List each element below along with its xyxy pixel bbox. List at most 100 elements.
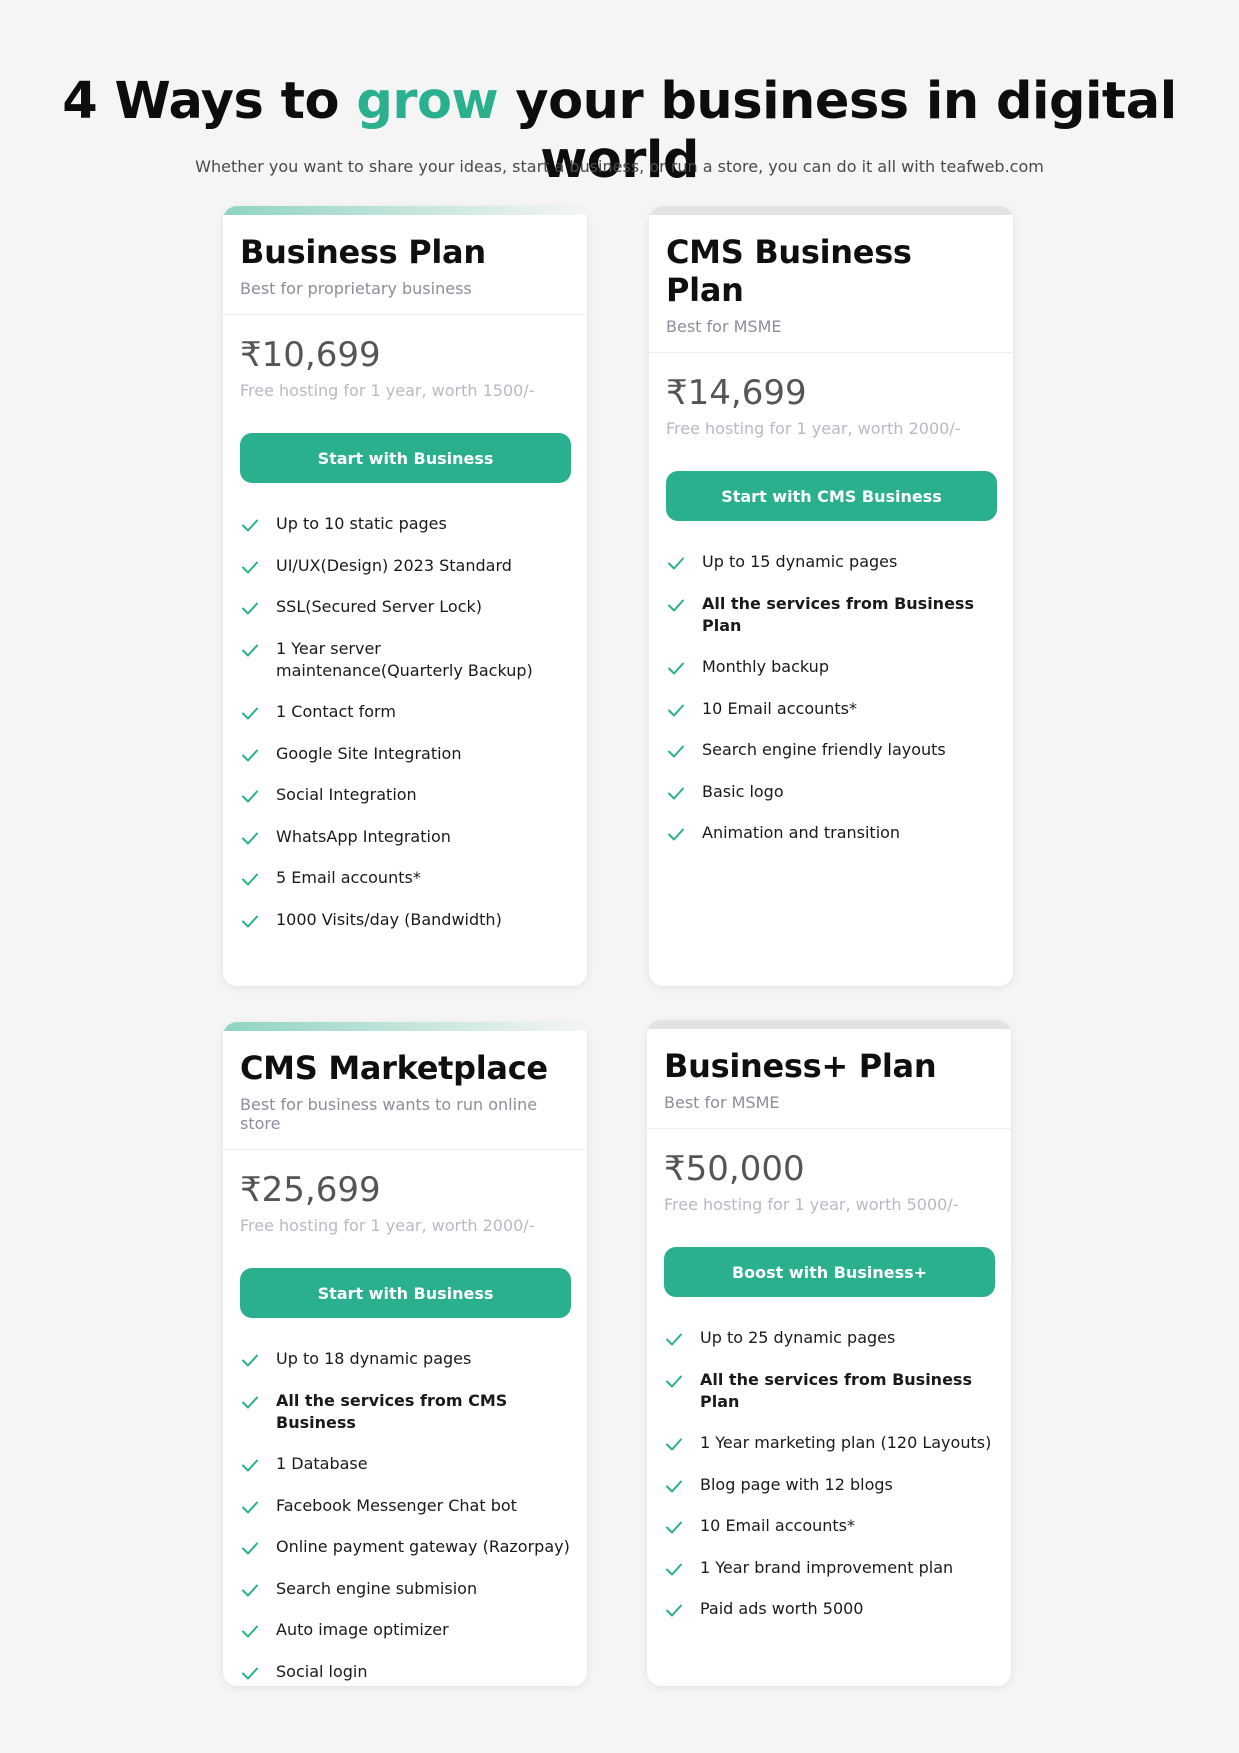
feature-item: Animation and transition: [666, 822, 996, 844]
feature-item: Search engine submision: [240, 1578, 570, 1600]
check-icon: [240, 869, 260, 889]
card-accent-bar: [223, 1022, 587, 1031]
check-icon: [240, 1455, 260, 1475]
feature-item: 1 Year brand improvement plan: [664, 1557, 994, 1579]
plan-title: CMS Marketplace: [240, 1049, 548, 1087]
check-icon: [240, 1392, 260, 1412]
feature-text: Auto image optimizer: [276, 1620, 449, 1639]
feature-text: Up to 25 dynamic pages: [700, 1328, 896, 1347]
plan-hosting-note: Free hosting for 1 year, worth 5000/-: [664, 1195, 959, 1214]
feature-text: UI/UX(Design) 2023 Standard: [276, 555, 512, 575]
feature-item: 10 Email accounts*: [666, 698, 996, 720]
check-icon: [666, 700, 686, 720]
feature-text: SSL(Secured Server Lock): [276, 597, 482, 616]
feature-text: Google Site Integration: [276, 743, 462, 763]
plan-best-for: Best for business wants to run online st…: [240, 1095, 538, 1133]
feature-item: 1000 Visits/day (Bandwidth): [240, 909, 570, 931]
feature-item: Online payment gateway (Razorpay): [240, 1536, 570, 1558]
card-body: ₹50,000 Free hosting for 1 year, worth 50…: [647, 1129, 1011, 1620]
feature-item: Up to 15 dynamic pages: [666, 551, 996, 573]
plan-card-business-plan: Business+ Plan Best for MSME ₹50,000 Free h…: [647, 1020, 1011, 1686]
check-icon: [666, 824, 686, 844]
feature-text: 10 Email accounts*: [700, 1516, 855, 1535]
feature-text: 1 Year brand improvement plan: [700, 1557, 954, 1577]
feature-text: Social login: [276, 1661, 368, 1681]
plan-hosting-note: Free hosting for 1 year, worth 2000/-: [666, 419, 961, 438]
plan-price: ₹14,699: [666, 373, 807, 413]
check-icon: [666, 658, 686, 678]
check-icon: [664, 1476, 684, 1496]
feature-text: Search engine friendly layouts: [702, 740, 946, 759]
feature-text: Social Integration: [276, 785, 417, 804]
plan-title: CMS Business Plan: [666, 233, 912, 309]
feature-item: Paid ads worth 5000: [664, 1598, 994, 1620]
feature-text: 1000 Visits/day (Bandwidth): [276, 909, 502, 929]
feature-item: UI/UX(Design) 2023 Standard: [240, 555, 570, 577]
plan-card-cms-business-plan: CMS Business Plan Best for MSME ₹14,699 Fre…: [649, 206, 1013, 986]
plan-cta-button[interactable]: Start with CMS Business: [666, 471, 997, 521]
plan-cta-button[interactable]: Start with Business: [240, 1268, 571, 1318]
card-header: Business+ Plan Best for MSME: [647, 1029, 1011, 1129]
feature-text: 1 Database: [276, 1454, 368, 1473]
check-icon: [666, 553, 686, 573]
card-body: ₹10,699 Free hosting for 1 year, worth 15…: [223, 315, 587, 931]
plan-price: ₹10,699: [240, 335, 381, 375]
feature-text: Up to 15 dynamic pages: [702, 552, 898, 571]
check-icon: [240, 598, 260, 618]
feature-item: Basic logo: [666, 781, 996, 803]
plan-price: ₹50,000: [664, 1149, 805, 1189]
card-body: ₹25,699 Free hosting for 1 year, worth 20…: [223, 1150, 587, 1683]
check-icon: [240, 745, 260, 765]
feature-text: Online payment gateway (Razorpay): [276, 1537, 570, 1556]
headline-accent: grow: [356, 72, 499, 131]
feature-item: SSL(Secured Server Lock): [240, 596, 570, 618]
feature-item: All the services from Business Plan: [666, 593, 996, 637]
check-icon: [240, 703, 260, 723]
check-icon: [240, 557, 260, 577]
feature-list: Up to 15 dynamic pages All the services f…: [666, 551, 996, 844]
check-icon: [666, 741, 686, 761]
feature-text: 10 Email accounts*: [702, 698, 857, 718]
feature-text: 5 Email accounts*: [276, 868, 421, 887]
feature-text: All the services from CMS Business: [276, 1390, 508, 1432]
check-icon: [664, 1559, 684, 1579]
feature-item: Up to 10 static pages: [240, 513, 570, 535]
feature-item: Up to 25 dynamic pages: [664, 1327, 994, 1349]
check-icon: [664, 1517, 684, 1537]
feature-list: Up to 10 static pages UI/UX(Design) 2023 …: [240, 513, 570, 931]
feature-text: Search engine submision: [276, 1578, 478, 1598]
feature-item: 1 Database: [240, 1453, 570, 1475]
plan-title: Business Plan: [240, 233, 486, 271]
card-accent-bar: [223, 206, 587, 215]
feature-item: 1 Contact form: [240, 701, 570, 723]
plan-hosting-note: Free hosting for 1 year, worth 1500/-: [240, 381, 535, 400]
check-icon: [240, 1497, 260, 1517]
card-header: Business Plan Best for proprietary busine…: [223, 215, 587, 315]
plan-best-for: Best for MSME: [666, 317, 782, 336]
plan-best-for: Best for proprietary business: [240, 279, 472, 298]
feature-list: Up to 18 dynamic pages All the services f…: [240, 1348, 570, 1683]
check-icon: [240, 1350, 260, 1370]
check-icon: [664, 1600, 684, 1620]
feature-text: WhatsApp Integration: [276, 826, 451, 846]
card-body: ₹14,699 Free hosting for 1 year, worth 20…: [649, 353, 1013, 844]
feature-text: Basic logo: [702, 781, 784, 801]
headline-pre: 4 Ways to: [62, 72, 357, 131]
feature-text: Up to 10 static pages: [276, 514, 447, 533]
check-icon: [240, 1621, 260, 1641]
feature-text: All the services from Business Plan: [700, 1369, 972, 1411]
plan-price: ₹25,699: [240, 1170, 381, 1210]
feature-item: Social login: [240, 1661, 570, 1683]
check-icon: [240, 1663, 260, 1683]
check-icon: [240, 828, 260, 848]
feature-item: Monthly backup: [666, 656, 996, 678]
feature-text: Paid ads worth 5000: [700, 1599, 864, 1618]
plan-hosting-note: Free hosting for 1 year, worth 2000/-: [240, 1216, 535, 1235]
feature-text: Animation and transition: [702, 823, 901, 842]
feature-item: 10 Email accounts*: [664, 1515, 994, 1537]
plan-cta-button[interactable]: Start with Business: [240, 433, 571, 483]
feature-item: Search engine friendly layouts: [666, 739, 996, 761]
plan-cta-button[interactable]: Boost with Business+: [664, 1247, 995, 1297]
plan-best-for: Best for MSME: [664, 1093, 780, 1112]
check-icon: [664, 1329, 684, 1349]
